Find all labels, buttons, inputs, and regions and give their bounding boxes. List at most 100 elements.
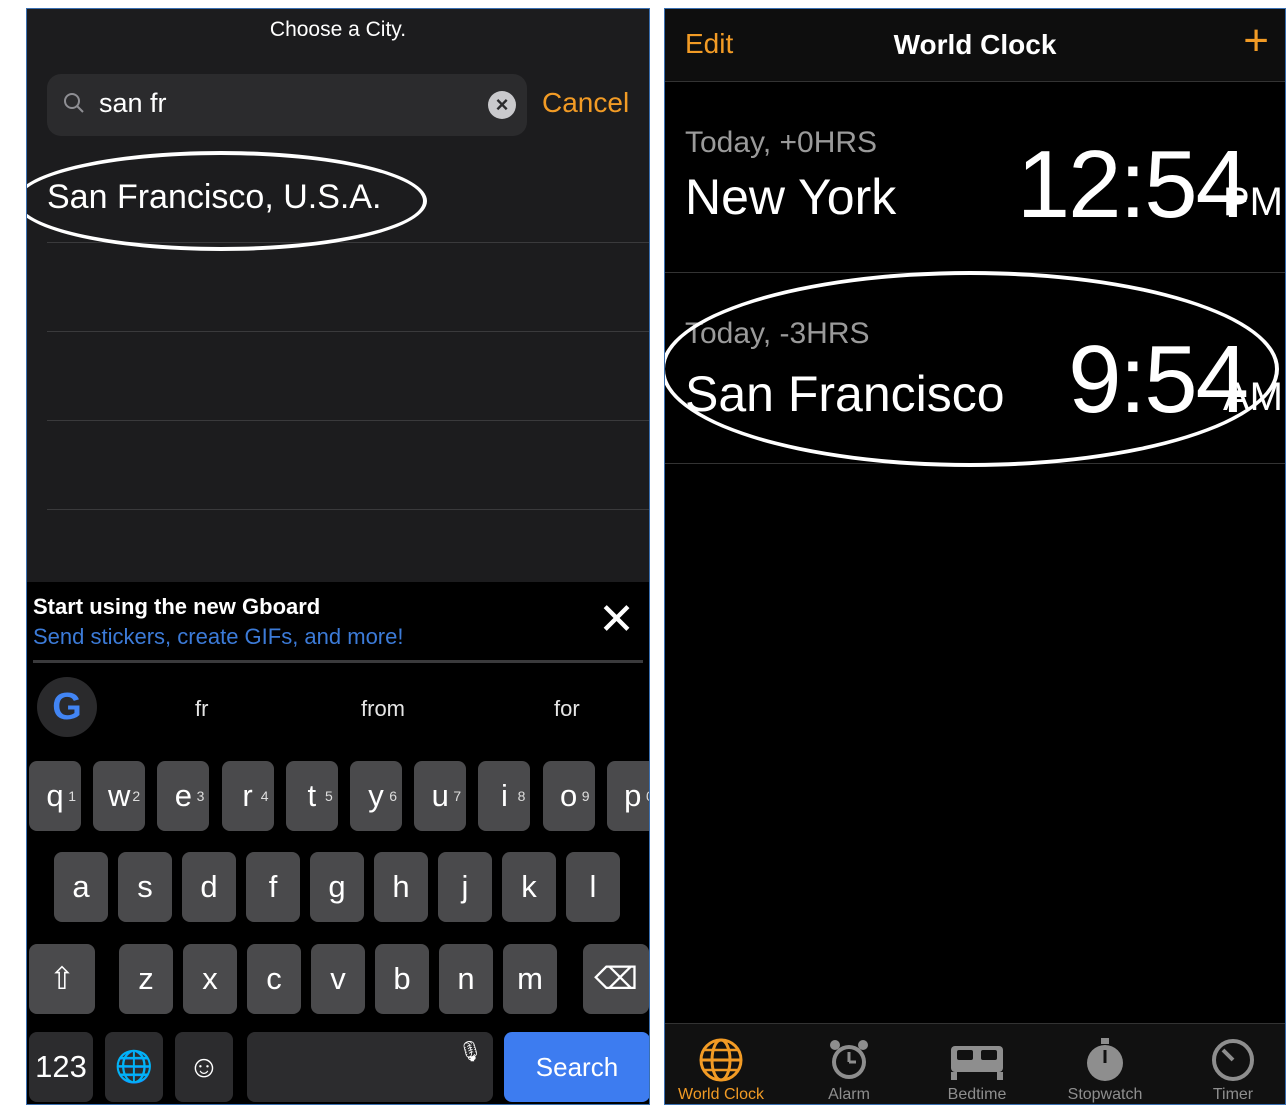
key-h[interactable]: h: [374, 852, 428, 922]
stopwatch-icon: [1087, 1038, 1123, 1081]
space-bar[interactable]: 🎙: [247, 1032, 493, 1102]
world-clock-screen: Edit World Clock + Today, +0HRS New York…: [664, 8, 1286, 1105]
key-g[interactable]: g: [310, 852, 364, 922]
tab-label: World Clock: [678, 1086, 764, 1103]
key-number: 0: [646, 761, 649, 831]
highlight-ellipse: [665, 271, 1279, 467]
key-number: 4: [260, 788, 269, 804]
emoji-icon[interactable]: ☺: [175, 1032, 233, 1102]
key-label: ☺: [188, 1049, 220, 1084]
key-label: m: [517, 961, 543, 996]
backspace-key[interactable]: ⌫: [583, 944, 649, 1014]
tab-label: Timer: [1212, 1086, 1254, 1103]
cancel-button[interactable]: Cancel: [542, 87, 629, 119]
key-label: Search: [535, 1052, 619, 1082]
tab-bar: World Clock Alarm Bedtime Stopwatch Time…: [665, 1023, 1285, 1104]
key-f[interactable]: f: [246, 852, 300, 922]
key-v[interactable]: v: [311, 944, 365, 1014]
google-logo-icon[interactable]: G: [37, 677, 97, 737]
tab-stopwatch[interactable]: Stopwatch: [1045, 1036, 1165, 1104]
timer-icon: [1212, 1039, 1254, 1081]
empty-row: [47, 332, 649, 421]
key-q[interactable]: q1: [29, 761, 81, 831]
add-icon[interactable]: +: [1243, 19, 1269, 63]
bed-icon: [951, 1046, 1003, 1080]
key-number: 5: [325, 788, 333, 804]
key-s[interactable]: s: [118, 852, 172, 922]
tab-world-clock[interactable]: World Clock: [665, 1036, 781, 1104]
key-label: a: [72, 869, 90, 904]
globe-icon[interactable]: 🌐: [105, 1032, 163, 1102]
numbers-key[interactable]: 123: [29, 1032, 93, 1102]
key-y[interactable]: y6: [350, 761, 402, 831]
key-label: 🌐: [114, 1049, 154, 1084]
tab-label: Bedtime: [947, 1086, 1007, 1103]
search-input[interactable]: san fr: [99, 88, 167, 119]
key-label: h: [392, 869, 410, 904]
key-number: 2: [132, 788, 141, 804]
suggestion[interactable]: from: [361, 696, 405, 722]
picker-title: Choose a City.: [269, 18, 407, 41]
key-d[interactable]: d: [182, 852, 236, 922]
key-label: c: [266, 961, 282, 996]
clear-icon[interactable]: ×: [488, 91, 516, 119]
key-number: 6: [389, 788, 397, 804]
key-x[interactable]: x: [183, 944, 237, 1014]
key-label: ⌫: [594, 961, 638, 996]
nav-bar: Edit World Clock +: [665, 9, 1285, 82]
key-label: d: [200, 869, 218, 904]
key-o[interactable]: o9: [542, 761, 595, 831]
key-l[interactable]: l: [566, 852, 620, 922]
city-picker-screen: Choose a City. san fr × Cancel San Franc…: [26, 8, 650, 1105]
key-number: 9: [581, 788, 590, 804]
shift-key[interactable]: ⇧: [29, 944, 95, 1014]
key-n[interactable]: n: [439, 944, 493, 1014]
key-b[interactable]: b: [375, 944, 429, 1014]
tab-alarm[interactable]: Alarm: [789, 1036, 909, 1104]
key-z[interactable]: z: [119, 944, 173, 1014]
suggestion[interactable]: fr: [195, 696, 208, 722]
gboard-subtitle[interactable]: Send stickers, create GIFs, and more!: [33, 624, 403, 650]
close-icon[interactable]: ✕: [598, 598, 635, 642]
search-field[interactable]: san fr ×: [47, 74, 527, 136]
tab-timer[interactable]: Timer: [1173, 1036, 1285, 1104]
key-number: 3: [196, 788, 205, 804]
tab-bedtime[interactable]: Bedtime: [917, 1036, 1037, 1104]
key-m[interactable]: m: [503, 944, 557, 1014]
key-p[interactable]: p0: [606, 761, 649, 831]
clock-row[interactable]: Today, +0HRS New York 12:54 PM: [665, 82, 1285, 273]
city-name: New York: [685, 169, 897, 225]
key-label: p: [624, 778, 642, 813]
key-label: j: [461, 869, 469, 904]
picker-header: Choose a City. san fr × Cancel: [27, 9, 649, 154]
key-j[interactable]: j: [438, 852, 492, 922]
highlight-ellipse: [27, 151, 427, 251]
key-c[interactable]: c: [247, 944, 301, 1014]
empty-row: [47, 243, 649, 332]
gboard-title: Start using the new Gboard: [33, 594, 321, 619]
key-label: f: [268, 869, 278, 904]
key-label: n: [457, 961, 475, 996]
key-label: 123: [35, 1049, 87, 1084]
key-w[interactable]: w2: [93, 761, 146, 831]
tab-label: Alarm: [828, 1086, 870, 1103]
time-offset: Today, +0HRS: [685, 126, 878, 159]
alarm-clock-icon: [830, 1040, 868, 1079]
gboard-banner: Start using the new Gboard Send stickers…: [27, 582, 649, 666]
key-k[interactable]: k: [502, 852, 556, 922]
divider: [33, 660, 643, 663]
key-i[interactable]: i8: [478, 761, 531, 831]
empty-row: [47, 421, 649, 510]
key-e[interactable]: e3: [157, 761, 210, 831]
key-label: x: [202, 961, 218, 996]
key-a[interactable]: a: [54, 852, 108, 922]
search-button[interactable]: Search: [504, 1032, 649, 1102]
key-u[interactable]: u7: [414, 761, 467, 831]
suggestion[interactable]: for: [554, 696, 580, 722]
am-pm-label: PM: [1223, 180, 1283, 224]
key-t[interactable]: t5: [285, 761, 338, 831]
key-r[interactable]: r4: [221, 761, 274, 831]
key-label: v: [330, 961, 346, 996]
keyboard: G fr from for q1w2e3r4t5y6u7i8o9p0asdfgh…: [27, 666, 649, 1104]
clock-time: 12:54: [1016, 131, 1249, 238]
